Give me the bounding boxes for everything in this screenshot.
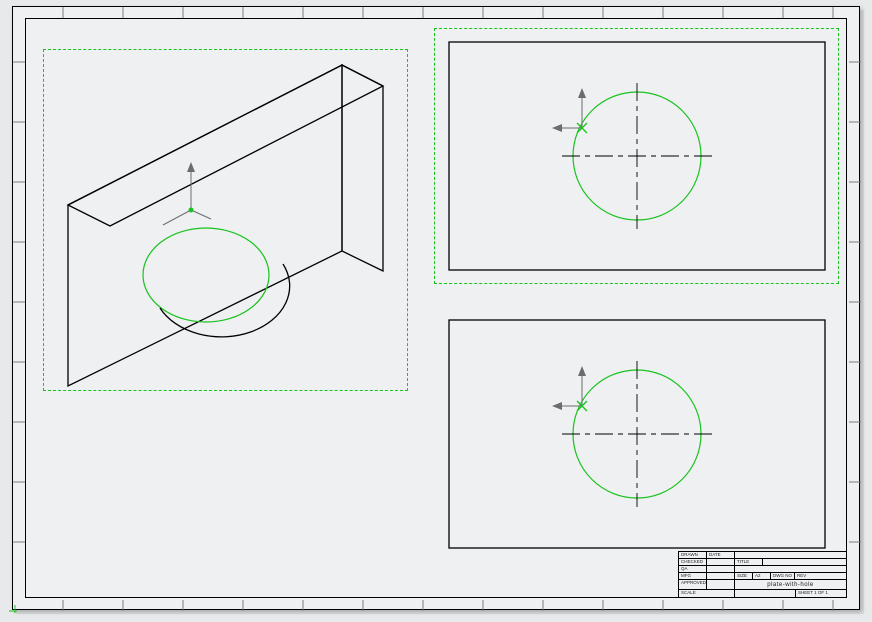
- origin-triad-icon: [163, 162, 211, 225]
- origin-triad-icon: [552, 366, 587, 411]
- drawing-frame: DRAWN DATE CHECKED TITLE QA MFG: [25, 18, 847, 598]
- tb-size-value: A2: [753, 573, 771, 579]
- tb-mfg-label: MFG: [679, 573, 707, 579]
- tb-scale-label: SCALE: [679, 590, 735, 597]
- isometric-view[interactable]: [43, 49, 408, 391]
- tb-qa-label: QA: [679, 566, 707, 572]
- tb-approved-label: APPROVED: [679, 580, 707, 589]
- origin-triad-icon: [552, 88, 587, 133]
- tb-date-label: DATE: [707, 552, 735, 558]
- title-block: DRAWN DATE CHECKED TITLE QA MFG: [678, 551, 846, 597]
- tb-dwgno-label: DWG NO: [771, 573, 795, 579]
- tb-sheet-label: SHEET 1 OF 1: [796, 590, 846, 597]
- tb-checked-label: CHECKED: [679, 559, 707, 565]
- tb-drawn-label: DRAWN: [679, 552, 707, 558]
- tb-rev-label: REV: [795, 573, 846, 579]
- tb-part-name: plate-with-hole: [735, 580, 846, 589]
- tb-size-label: SIZE: [735, 573, 753, 579]
- front-view-top[interactable]: [434, 28, 839, 284]
- drawing-sheet: DRAWN DATE CHECKED TITLE QA MFG: [12, 6, 860, 610]
- drawing-canvas[interactable]: DRAWN DATE CHECKED TITLE QA MFG: [0, 0, 872, 622]
- tb-title-label: TITLE: [735, 559, 763, 565]
- sheet-origin-icon: [9, 605, 17, 613]
- front-view-bottom[interactable]: [434, 306, 839, 562]
